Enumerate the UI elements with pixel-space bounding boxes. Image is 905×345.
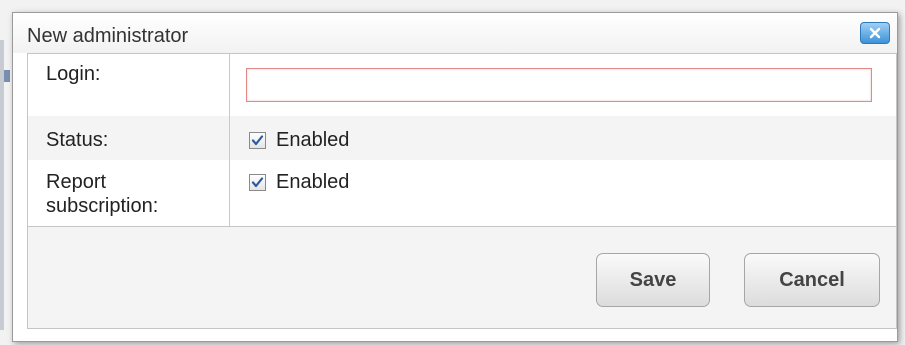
dialog-title-bar[interactable]: New administrator: [13, 13, 897, 53]
background-window-edge: [0, 40, 4, 330]
cancel-button[interactable]: Cancel: [744, 253, 880, 307]
dialog-title: New administrator: [27, 25, 189, 47]
checkmark-icon: [251, 176, 264, 187]
form-table: Login: Status: Enabled Report subscriptio…: [27, 53, 897, 227]
close-icon: [869, 27, 881, 39]
column-divider: [229, 54, 230, 226]
status-row: Status: Enabled: [28, 116, 896, 160]
report-label-line1: Report: [46, 171, 107, 193]
login-row: Login:: [28, 54, 896, 116]
report-enabled-label: Enabled: [276, 171, 350, 193]
report-subscription-checkbox[interactable]: [249, 173, 266, 191]
report-subscription-label: Report subscription:: [46, 170, 216, 218]
save-button[interactable]: Save: [596, 253, 710, 307]
dialog-footer: Save Cancel: [27, 227, 897, 329]
report-label-line2: subscription:: [46, 195, 159, 217]
background-window-marker: [4, 70, 10, 82]
status-label: Status:: [46, 129, 109, 151]
report-subscription-row: Report subscription: Enabled: [28, 160, 896, 226]
close-button[interactable]: [860, 22, 890, 44]
new-administrator-dialog: New administrator Login: Status: Enabled: [12, 12, 898, 342]
status-enabled-label: Enabled: [276, 129, 350, 151]
status-checkbox[interactable]: [249, 131, 266, 149]
login-label: Login:: [46, 63, 101, 85]
checkmark-icon: [251, 134, 264, 145]
report-checkbox-field[interactable]: Enabled: [249, 170, 349, 194]
status-checkbox-field[interactable]: Enabled: [249, 128, 349, 152]
login-input[interactable]: [246, 68, 872, 102]
